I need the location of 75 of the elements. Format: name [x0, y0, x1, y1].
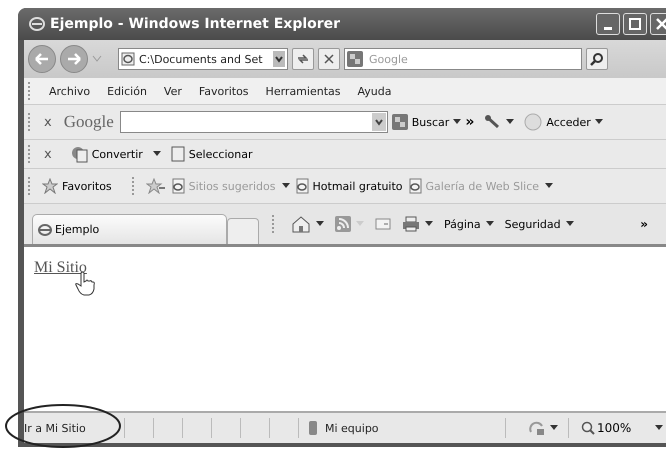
menu-item[interactable]: Ver: [164, 84, 182, 98]
maximize-icon: [629, 18, 641, 30]
refresh-icon: [296, 53, 310, 65]
toolbar-button[interactable]: Seleccionar: [188, 148, 252, 160]
caret-icon[interactable]: [486, 221, 494, 227]
more-button[interactable]: »: [640, 217, 648, 231]
address-field[interactable]: C:\Documents and Set: [118, 48, 288, 70]
search-button[interactable]: [586, 48, 608, 70]
avatar-icon: [524, 113, 542, 131]
caret-icon[interactable]: [550, 425, 558, 431]
caret-icon[interactable]: [453, 119, 462, 125]
stop-button[interactable]: [318, 48, 340, 70]
favorites-button[interactable]: Favoritos: [42, 178, 112, 194]
page-link[interactable]: Mi Sitio: [34, 259, 87, 276]
menu-item[interactable]: Herramientas: [266, 84, 340, 98]
page-icon: [172, 178, 186, 194]
menu-item[interactable]: Archivo: [49, 84, 90, 98]
e-logo-icon: [28, 15, 46, 33]
back-arrow-icon: [33, 52, 51, 66]
command-menu-button[interactable]: Seguridad: [504, 218, 561, 230]
e-logo-icon: [37, 222, 53, 238]
globe-document-icon: [70, 145, 88, 163]
caret-icon[interactable]: [566, 221, 574, 227]
dropdown-icon[interactable]: [273, 51, 285, 67]
caret-icon[interactable]: [152, 151, 161, 157]
caret-icon[interactable]: [316, 221, 324, 227]
forward-button[interactable]: [60, 45, 88, 73]
close-icon: [655, 17, 666, 31]
search-field[interactable]: Google: [344, 48, 582, 70]
menu-item[interactable]: Favoritos: [198, 84, 249, 98]
caret-icon: [356, 221, 364, 227]
google-logo: Google: [64, 112, 114, 132]
stop-icon: [323, 53, 335, 65]
mail-icon[interactable]: [375, 218, 391, 230]
hand-cursor-icon: [74, 271, 96, 297]
document-icon: [170, 146, 185, 162]
back-button[interactable]: [28, 45, 56, 73]
g-logo-icon: [347, 51, 363, 67]
zoom-button[interactable]: 100%: [568, 418, 638, 438]
caret-icon[interactable]: [594, 119, 603, 125]
refresh-button[interactable]: [292, 48, 314, 70]
command-menu-button[interactable]: Página: [444, 218, 481, 230]
star-icon: [42, 178, 58, 194]
search-button[interactable]: Buscar: [412, 116, 450, 128]
magnifier-icon: [581, 421, 595, 435]
printer-icon[interactable]: [402, 216, 420, 232]
page-icon: [408, 178, 423, 194]
minimize-icon: [604, 26, 612, 30]
close-toolbar-button[interactable]: x: [36, 146, 60, 162]
status-text: Ir a Mi Sitio: [24, 422, 87, 434]
computer-icon: [307, 420, 319, 436]
forward-arrow-icon: [65, 52, 83, 66]
toolbar-search-field[interactable]: [120, 111, 388, 133]
caret-icon[interactable]: [655, 425, 664, 431]
minimize-button[interactable]: [596, 13, 620, 35]
caret-icon[interactable]: [425, 221, 433, 227]
toolbar-button[interactable]: Convertir: [92, 148, 143, 160]
menu-item[interactable]: Ayuda: [357, 84, 392, 98]
zone-text: Mi equipo: [325, 422, 379, 434]
page-icon: [121, 52, 135, 66]
menu-item[interactable]: Edición: [107, 84, 147, 98]
browser-tab[interactable]: Ejemplo: [32, 214, 227, 244]
home-icon[interactable]: [291, 215, 311, 233]
favorites-link[interactable]: Hotmail gratuito: [296, 178, 403, 194]
search-icon: [590, 52, 604, 66]
add-star-icon[interactable]: [146, 178, 166, 194]
dropdown-icon[interactable]: [372, 113, 386, 131]
sign-in-button[interactable]: Acceder: [546, 116, 591, 128]
caret-icon[interactable]: [506, 119, 514, 125]
maximize-button[interactable]: [623, 13, 647, 35]
page-icon: [296, 178, 310, 194]
window-title: Ejemplo - Windows Internet Explorer: [50, 16, 340, 32]
more-button[interactable]: »: [465, 114, 474, 130]
close-toolbar-button[interactable]: x: [36, 114, 60, 130]
g-logo-icon: [392, 114, 408, 130]
